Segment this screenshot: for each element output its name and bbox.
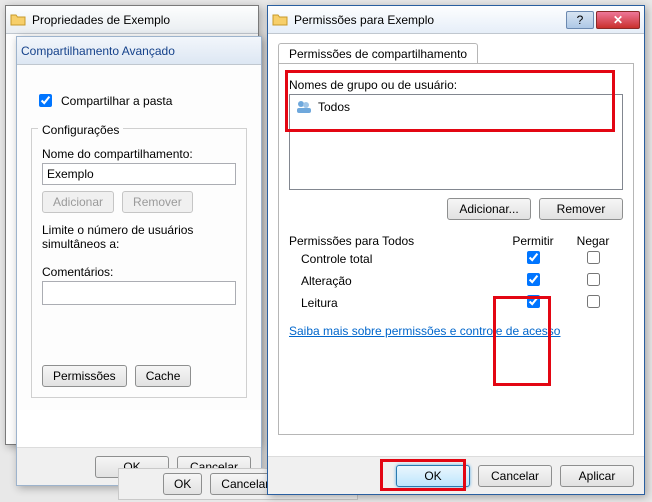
window-title: Compartilhamento Avançado — [21, 44, 257, 58]
share-name-label: Nome do compartilhamento: — [42, 147, 236, 161]
share-name-input[interactable] — [42, 163, 236, 185]
learn-more-link[interactable]: Saiba mais sobre permissões e controle d… — [289, 324, 560, 338]
permission-label: Alteração — [301, 274, 503, 288]
window-title: Permissões para Exemplo — [294, 13, 564, 27]
permission-row: Alteração — [289, 270, 623, 292]
allow-checkbox[interactable] — [527, 273, 540, 286]
add-button[interactable]: Adicionar... — [447, 198, 531, 220]
cancel-button[interactable]: Cancelar — [478, 465, 552, 487]
permissions-window: Permissões para Exemplo ? ✕ Permissões d… — [267, 5, 645, 495]
ok-button[interactable]: OK — [163, 473, 202, 495]
comments-label: Comentários: — [42, 265, 236, 279]
add-button: Adicionar — [42, 191, 114, 213]
tab-share-permissions[interactable]: Permissões de compartilhamento — [278, 43, 478, 64]
allow-header: Permitir — [503, 234, 563, 248]
settings-group: Configurações Nome do compartilhamento: … — [31, 128, 247, 398]
apply-button[interactable]: Aplicar — [560, 465, 634, 487]
help-button[interactable]: ? — [566, 11, 594, 29]
deny-header: Negar — [563, 234, 623, 248]
titlebar[interactable]: Permissões para Exemplo ? ✕ — [268, 6, 644, 34]
share-folder-label: Compartilhar a pasta — [61, 94, 172, 108]
advanced-sharing-window: Compartilhamento Avançado Compartilhar a… — [16, 36, 262, 486]
permissions-button[interactable]: Permissões — [42, 365, 127, 387]
close-icon: ✕ — [613, 13, 623, 27]
deny-checkbox[interactable] — [587, 273, 600, 286]
close-button[interactable]: ✕ — [596, 11, 640, 29]
ok-button[interactable]: OK — [396, 465, 470, 487]
users-icon — [296, 99, 312, 115]
titlebar[interactable]: Propriedades de Exemplo — [6, 6, 258, 34]
cache-button[interactable]: Cache — [135, 365, 192, 387]
list-item-label: Todos — [318, 100, 350, 114]
remove-button: Remover — [122, 191, 193, 213]
button-bar: OK Cancelar Aplicar — [268, 456, 644, 494]
permission-label: Leitura — [301, 296, 503, 310]
permission-label: Controle total — [301, 252, 503, 266]
folder-icon — [10, 12, 26, 28]
window-title: Propriedades de Exemplo — [32, 13, 254, 27]
permission-row: Leitura — [289, 292, 623, 314]
settings-group-title: Configurações — [38, 123, 123, 137]
deny-checkbox[interactable] — [587, 251, 600, 264]
limit-users-label: Limite o número de usuários simultâneos … — [42, 223, 236, 251]
titlebar[interactable]: Compartilhamento Avançado — [17, 37, 261, 65]
allow-checkbox[interactable] — [527, 295, 540, 308]
user-listbox[interactable]: Todos — [289, 94, 623, 190]
list-item[interactable]: Todos — [292, 97, 620, 117]
permission-row: Controle total — [289, 248, 623, 270]
question-icon: ? — [577, 13, 584, 27]
comments-input[interactable] — [42, 281, 236, 305]
deny-checkbox[interactable] — [587, 295, 600, 308]
share-folder-checkbox[interactable] — [39, 94, 52, 107]
allow-checkbox[interactable] — [527, 251, 540, 264]
permissions-for-label: Permissões para Todos — [289, 234, 414, 248]
folder-icon — [272, 12, 288, 28]
tab-panel: Nomes de grupo ou de usuário: Todos Adic… — [278, 63, 634, 435]
group-user-names-label: Nomes de grupo ou de usuário: — [289, 78, 623, 92]
remove-button[interactable]: Remover — [539, 198, 623, 220]
